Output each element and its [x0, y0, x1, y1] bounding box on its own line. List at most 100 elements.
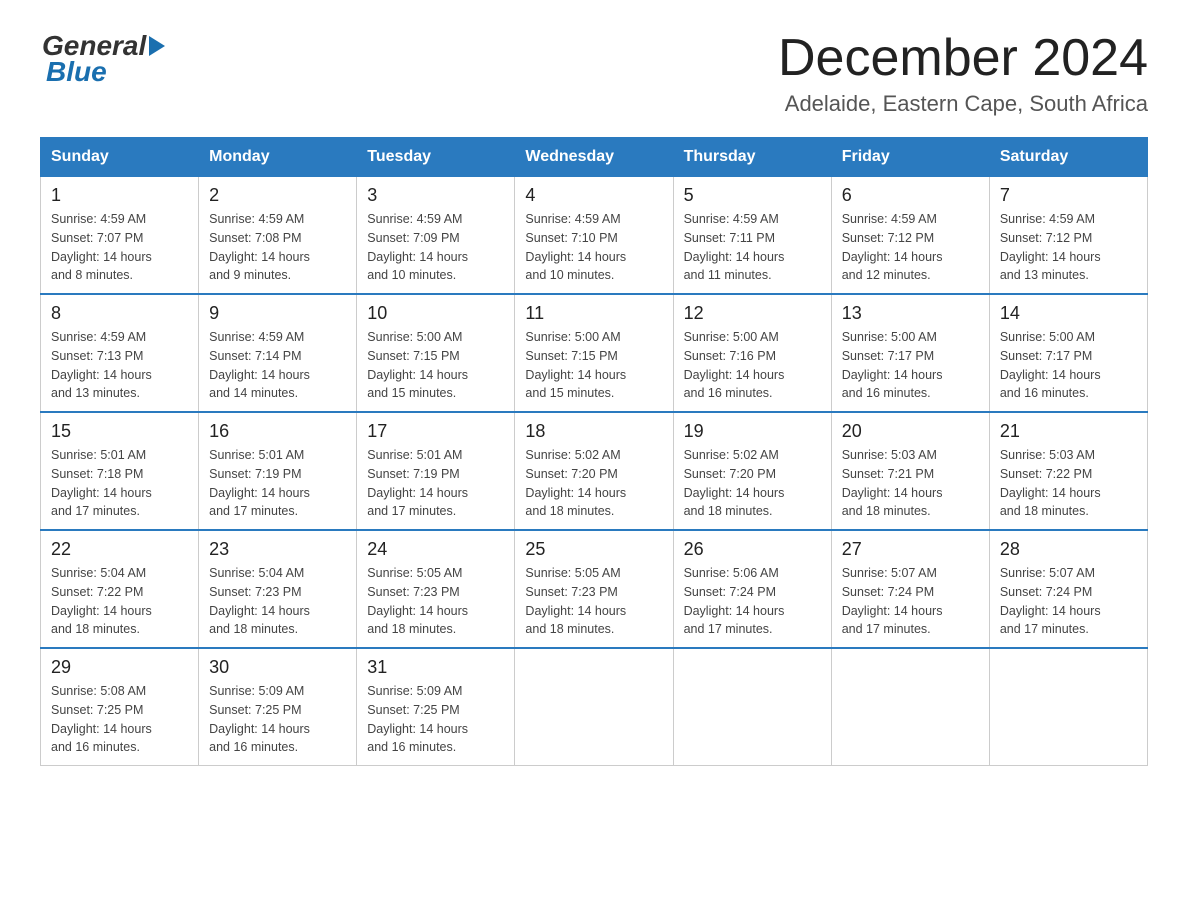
day-info: Sunrise: 5:01 AM Sunset: 7:19 PM Dayligh…	[367, 446, 504, 521]
day-info: Sunrise: 5:05 AM Sunset: 7:23 PM Dayligh…	[525, 564, 662, 639]
day-info: Sunrise: 5:03 AM Sunset: 7:21 PM Dayligh…	[842, 446, 979, 521]
calendar-day-cell: 4 Sunrise: 4:59 AM Sunset: 7:10 PM Daylig…	[515, 177, 673, 295]
day-number: 26	[684, 539, 821, 560]
day-number: 30	[209, 657, 346, 678]
calendar-day-cell: 27 Sunrise: 5:07 AM Sunset: 7:24 PM Dayli…	[831, 530, 989, 648]
calendar-day-cell: 26 Sunrise: 5:06 AM Sunset: 7:24 PM Dayli…	[673, 530, 831, 648]
day-number: 21	[1000, 421, 1137, 442]
calendar-day-cell: 18Sunrise: 5:02 AM Sunset: 7:20 PM Dayli…	[515, 412, 673, 530]
calendar-day-cell: 10 Sunrise: 5:00 AM Sunset: 7:15 PM Dayli…	[357, 294, 515, 412]
day-number: 22	[51, 539, 188, 560]
calendar-day-cell: 20Sunrise: 5:03 AM Sunset: 7:21 PM Dayli…	[831, 412, 989, 530]
weekday-header-sunday: Sunday	[41, 138, 199, 177]
day-number: 10	[367, 303, 504, 324]
calendar-day-cell: 31 Sunrise: 5:09 AM Sunset: 7:25 PM Dayli…	[357, 648, 515, 766]
weekday-header-tuesday: Tuesday	[357, 138, 515, 177]
day-number: 16	[209, 421, 346, 442]
day-number: 24	[367, 539, 504, 560]
day-number: 4	[525, 185, 662, 206]
calendar-week-row: 15 Sunrise: 5:01 AM Sunset: 7:18 PM Dayli…	[41, 412, 1148, 530]
day-number: 27	[842, 539, 979, 560]
day-info: Sunrise: 5:09 AM Sunset: 7:25 PM Dayligh…	[209, 682, 346, 757]
logo-blue: Blue	[46, 56, 107, 88]
day-info: Sunrise: 5:00 AM Sunset: 7:15 PM Dayligh…	[367, 328, 504, 403]
day-info: Sunrise: 5:01 AM Sunset: 7:18 PM Dayligh…	[51, 446, 188, 521]
day-number: 13	[842, 303, 979, 324]
calendar-day-cell: 16 Sunrise: 5:01 AM Sunset: 7:19 PM Dayli…	[199, 412, 357, 530]
calendar-day-cell	[831, 648, 989, 766]
day-info: Sunrise: 5:00 AM Sunset: 7:16 PM Dayligh…	[684, 328, 821, 403]
day-info: Sunrise: 5:05 AM Sunset: 7:23 PM Dayligh…	[367, 564, 504, 639]
day-info: Sunrise: 4:59 AM Sunset: 7:14 PM Dayligh…	[209, 328, 346, 403]
calendar-day-cell: 13 Sunrise: 5:00 AM Sunset: 7:17 PM Dayli…	[831, 294, 989, 412]
weekday-header-saturday: Saturday	[989, 138, 1147, 177]
calendar-title: December 2024	[778, 30, 1148, 87]
day-number: 5	[684, 185, 821, 206]
calendar-day-cell: 7 Sunrise: 4:59 AM Sunset: 7:12 PM Daylig…	[989, 177, 1147, 295]
day-info: Sunrise: 4:59 AM Sunset: 7:09 PM Dayligh…	[367, 210, 504, 285]
day-info: Sunrise: 5:07 AM Sunset: 7:24 PM Dayligh…	[1000, 564, 1137, 639]
calendar-day-cell: 3 Sunrise: 4:59 AM Sunset: 7:09 PM Daylig…	[357, 177, 515, 295]
calendar-week-row: 29 Sunrise: 5:08 AM Sunset: 7:25 PM Dayli…	[41, 648, 1148, 766]
calendar-day-cell	[515, 648, 673, 766]
weekday-header-friday: Friday	[831, 138, 989, 177]
day-info: Sunrise: 5:04 AM Sunset: 7:23 PM Dayligh…	[209, 564, 346, 639]
day-number: 6	[842, 185, 979, 206]
calendar-week-row: 22 Sunrise: 5:04 AM Sunset: 7:22 PM Dayli…	[41, 530, 1148, 648]
day-number: 18	[525, 421, 662, 442]
calendar-day-cell: 28Sunrise: 5:07 AM Sunset: 7:24 PM Dayli…	[989, 530, 1147, 648]
day-number: 11	[525, 303, 662, 324]
calendar-day-cell: 11Sunrise: 5:00 AM Sunset: 7:15 PM Dayli…	[515, 294, 673, 412]
calendar-day-cell	[673, 648, 831, 766]
calendar-day-cell: 9 Sunrise: 4:59 AM Sunset: 7:14 PM Daylig…	[199, 294, 357, 412]
day-number: 2	[209, 185, 346, 206]
day-info: Sunrise: 5:09 AM Sunset: 7:25 PM Dayligh…	[367, 682, 504, 757]
calendar-day-cell	[989, 648, 1147, 766]
calendar-subtitle: Adelaide, Eastern Cape, South Africa	[778, 91, 1148, 117]
calendar-table: SundayMondayTuesdayWednesdayThursdayFrid…	[40, 137, 1148, 766]
calendar-day-cell: 30 Sunrise: 5:09 AM Sunset: 7:25 PM Dayli…	[199, 648, 357, 766]
day-number: 19	[684, 421, 821, 442]
day-info: Sunrise: 4:59 AM Sunset: 7:11 PM Dayligh…	[684, 210, 821, 285]
day-number: 31	[367, 657, 504, 678]
day-number: 25	[525, 539, 662, 560]
day-number: 14	[1000, 303, 1137, 324]
calendar-day-cell: 22 Sunrise: 5:04 AM Sunset: 7:22 PM Dayli…	[41, 530, 199, 648]
day-number: 23	[209, 539, 346, 560]
day-info: Sunrise: 5:07 AM Sunset: 7:24 PM Dayligh…	[842, 564, 979, 639]
calendar-week-row: 8 Sunrise: 4:59 AM Sunset: 7:13 PM Daylig…	[41, 294, 1148, 412]
calendar-day-cell: 17Sunrise: 5:01 AM Sunset: 7:19 PM Dayli…	[357, 412, 515, 530]
calendar-day-cell: 15 Sunrise: 5:01 AM Sunset: 7:18 PM Dayli…	[41, 412, 199, 530]
calendar-day-cell: 24 Sunrise: 5:05 AM Sunset: 7:23 PM Dayli…	[357, 530, 515, 648]
calendar-day-cell: 29 Sunrise: 5:08 AM Sunset: 7:25 PM Dayli…	[41, 648, 199, 766]
weekday-header-wednesday: Wednesday	[515, 138, 673, 177]
calendar-day-cell: 21Sunrise: 5:03 AM Sunset: 7:22 PM Dayli…	[989, 412, 1147, 530]
day-info: Sunrise: 5:06 AM Sunset: 7:24 PM Dayligh…	[684, 564, 821, 639]
calendar-day-cell: 19 Sunrise: 5:02 AM Sunset: 7:20 PM Dayli…	[673, 412, 831, 530]
day-info: Sunrise: 5:00 AM Sunset: 7:17 PM Dayligh…	[842, 328, 979, 403]
day-info: Sunrise: 5:08 AM Sunset: 7:25 PM Dayligh…	[51, 682, 188, 757]
day-number: 29	[51, 657, 188, 678]
day-info: Sunrise: 5:02 AM Sunset: 7:20 PM Dayligh…	[684, 446, 821, 521]
calendar-day-cell: 2 Sunrise: 4:59 AM Sunset: 7:08 PM Daylig…	[199, 177, 357, 295]
weekday-header-thursday: Thursday	[673, 138, 831, 177]
day-info: Sunrise: 4:59 AM Sunset: 7:12 PM Dayligh…	[1000, 210, 1137, 285]
day-number: 3	[367, 185, 504, 206]
day-number: 15	[51, 421, 188, 442]
calendar-day-cell: 14 Sunrise: 5:00 AM Sunset: 7:17 PM Dayli…	[989, 294, 1147, 412]
day-info: Sunrise: 4:59 AM Sunset: 7:13 PM Dayligh…	[51, 328, 188, 403]
day-info: Sunrise: 4:59 AM Sunset: 7:10 PM Dayligh…	[525, 210, 662, 285]
calendar-week-row: 1Sunrise: 4:59 AM Sunset: 7:07 PM Daylig…	[41, 177, 1148, 295]
day-info: Sunrise: 4:59 AM Sunset: 7:07 PM Dayligh…	[51, 210, 188, 285]
calendar-day-cell: 25 Sunrise: 5:05 AM Sunset: 7:23 PM Dayli…	[515, 530, 673, 648]
day-info: Sunrise: 5:04 AM Sunset: 7:22 PM Dayligh…	[51, 564, 188, 639]
logo-text-block: General Blue	[42, 30, 165, 88]
calendar-day-cell: 12Sunrise: 5:00 AM Sunset: 7:16 PM Dayli…	[673, 294, 831, 412]
day-number: 9	[209, 303, 346, 324]
day-info: Sunrise: 5:00 AM Sunset: 7:17 PM Dayligh…	[1000, 328, 1137, 403]
calendar-day-cell: 5 Sunrise: 4:59 AM Sunset: 7:11 PM Daylig…	[673, 177, 831, 295]
day-number: 7	[1000, 185, 1137, 206]
day-info: Sunrise: 5:01 AM Sunset: 7:19 PM Dayligh…	[209, 446, 346, 521]
day-info: Sunrise: 4:59 AM Sunset: 7:08 PM Dayligh…	[209, 210, 346, 285]
day-number: 8	[51, 303, 188, 324]
